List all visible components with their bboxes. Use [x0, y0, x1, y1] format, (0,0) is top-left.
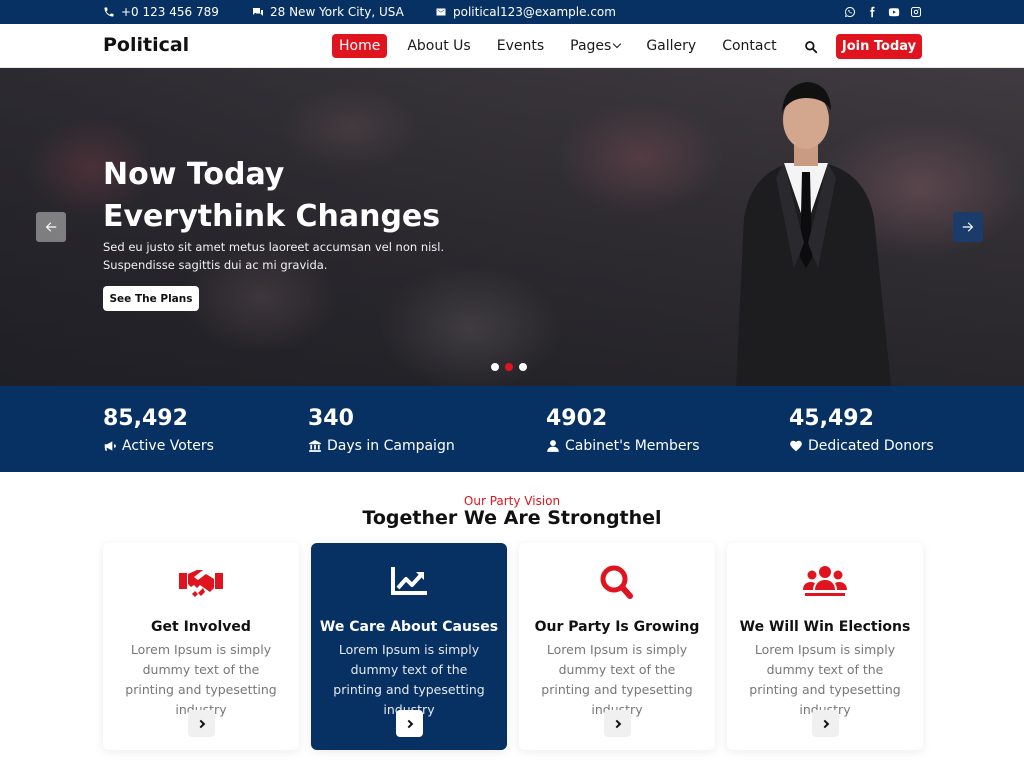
handshake-icon: [176, 563, 226, 601]
stat-label: Days in Campaign: [327, 438, 455, 454]
section-heading: Together We Are Strongthel: [362, 507, 662, 529]
card-arrow-button[interactable]: [812, 710, 839, 737]
stat-label-row: Dedicated Donors: [789, 438, 934, 454]
top-info-bar: +0 123 456 789 28 New York City, USA pol…: [0, 0, 1024, 24]
hero-title-line-1: Now Today: [103, 157, 285, 192]
join-today-button[interactable]: Join Today: [836, 34, 922, 59]
main-navbar: Political Home About Us Events Pages Gal…: [0, 24, 1024, 68]
vision-card-growing: Our Party Is Growing Lorem Ipsum is simp…: [519, 543, 715, 750]
card-arrow-button[interactable]: [396, 710, 423, 737]
nav-item-pages-label: Pages: [570, 38, 612, 54]
card-title: We Care About Causes: [319, 619, 499, 635]
stat-label-row: Active Voters: [103, 438, 214, 454]
slider-next-button[interactable]: [953, 212, 983, 242]
nav-item-pages[interactable]: Pages: [561, 34, 629, 58]
card-title: We Will Win Elections: [739, 619, 911, 635]
users-icon: [800, 563, 850, 601]
facebook-icon[interactable]: [865, 5, 878, 18]
chevron-right-icon: [196, 719, 205, 728]
slider-dot-active[interactable]: [505, 363, 513, 371]
hero-title: Now Today Everythink Changes: [103, 154, 440, 238]
site-logo[interactable]: Political: [103, 34, 189, 56]
stat-label: Active Voters: [122, 438, 214, 454]
stat-label: Cabinet's Members: [565, 438, 700, 454]
search-icon[interactable]: [804, 40, 818, 54]
card-text: Lorem Ipsum is simply dummy text of the …: [125, 642, 277, 717]
phone-icon: [104, 7, 114, 17]
stat-cabinet-members: 4902 Cabinet's Members: [546, 406, 700, 454]
search-icon: [592, 563, 642, 601]
chevron-right-icon: [820, 719, 829, 728]
slider-dot[interactable]: [519, 363, 527, 371]
card-text: Lorem Ipsum is simply dummy text of the …: [749, 642, 901, 717]
card-arrow-button[interactable]: [188, 710, 215, 737]
nav-menu: Home About Us Events Pages Gallery Conta…: [332, 34, 794, 58]
chart-line-icon: [384, 563, 434, 601]
phone-text: +0 123 456 789: [121, 5, 219, 19]
building-icon: [309, 440, 321, 452]
phone-info[interactable]: +0 123 456 789: [103, 5, 219, 19]
arrow-left-icon: [45, 222, 57, 232]
stats-bar: 85,492 Active Voters 340 Days in Campaig…: [0, 386, 1024, 472]
nav-item-events[interactable]: Events: [488, 34, 553, 58]
stat-label-row: Cabinet's Members: [546, 438, 700, 454]
slider-dot[interactable]: [491, 363, 499, 371]
stat-active-voters: 85,492 Active Voters: [103, 406, 214, 454]
stat-label-row: Days in Campaign: [308, 438, 455, 454]
vision-card-elections: We Will Win Elections Lorem Ipsum is sim…: [727, 543, 923, 750]
card-title: Get Involved: [151, 619, 251, 635]
user-icon: [547, 440, 559, 452]
hero-description: Sed eu justo sit amet metus laoreet accu…: [103, 240, 445, 272]
chevron-right-icon: [612, 719, 621, 728]
email-info[interactable]: political123@example.com: [435, 5, 616, 19]
card-arrow-button[interactable]: [604, 710, 631, 737]
stat-value: 340: [308, 406, 354, 431]
nav-item-contact[interactable]: Contact: [713, 34, 785, 58]
card-text: Lorem Ipsum is simply dummy text of the …: [333, 642, 485, 717]
youtube-icon[interactable]: [887, 5, 900, 18]
social-links: [843, 5, 922, 18]
heart-icon: [790, 440, 802, 452]
card-title: Our Party Is Growing: [534, 619, 700, 635]
slider-dots: [491, 363, 527, 371]
chat-icon: [253, 8, 263, 16]
vision-card-causes: We Care About Causes Lorem Ipsum is simp…: [311, 543, 507, 750]
email-text: political123@example.com: [453, 5, 616, 19]
stat-dedicated-donors: 45,492 Dedicated Donors: [789, 406, 934, 454]
envelope-icon: [436, 8, 446, 16]
hero-slider: Now Today Everythink Changes Sed eu just…: [0, 68, 1024, 386]
address-text: 28 New York City, USA: [270, 5, 404, 19]
stat-label: Dedicated Donors: [808, 438, 934, 454]
address-info: 28 New York City, USA: [252, 5, 404, 19]
nav-item-gallery[interactable]: Gallery: [637, 34, 705, 58]
nav-item-home[interactable]: Home: [332, 34, 388, 58]
chevron-down-icon: [613, 39, 622, 49]
hero-candidate-image: [736, 82, 891, 386]
section-kicker: Our Party Vision: [463, 494, 561, 508]
whatsapp-icon[interactable]: [843, 5, 856, 18]
card-text: Lorem Ipsum is simply dummy text of the …: [541, 642, 693, 717]
stat-value: 4902: [546, 406, 608, 431]
instagram-icon[interactable]: [909, 5, 922, 18]
megaphone-icon: [104, 441, 116, 451]
chevron-right-icon: [404, 719, 413, 728]
arrow-right-icon: [962, 222, 974, 232]
hero-title-line-2: Everythink Changes: [103, 199, 441, 234]
nav-item-about-us[interactable]: About Us: [398, 34, 479, 58]
vision-card-get-involved: Get Involved Lorem Ipsum is simply dummy…: [103, 543, 299, 750]
stat-value: 85,492: [103, 406, 188, 431]
see-the-plans-button[interactable]: See The Plans: [103, 286, 199, 311]
slider-prev-button[interactable]: [36, 212, 66, 242]
stat-value: 45,492: [789, 406, 874, 431]
stat-days-in-campaign: 340 Days in Campaign: [308, 406, 455, 454]
